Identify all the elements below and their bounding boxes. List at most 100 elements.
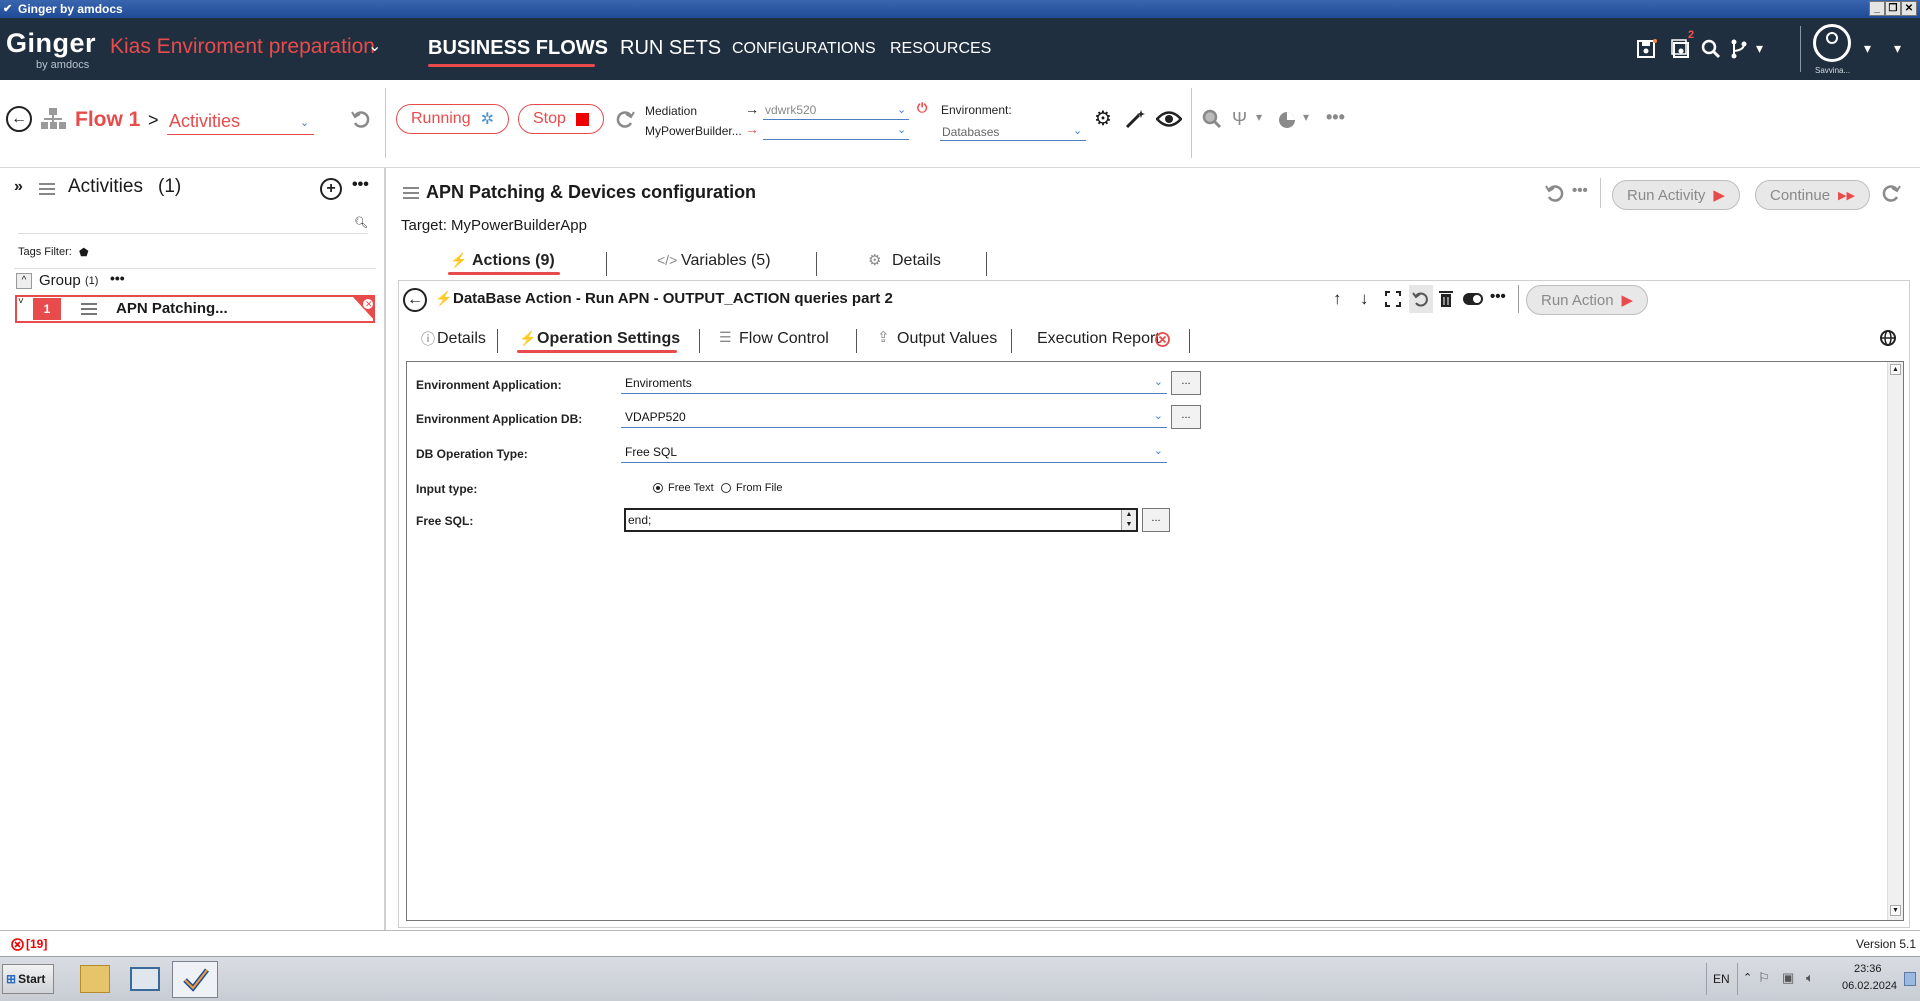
power-icon[interactable]: ⏻ — [917, 100, 927, 116]
action-tab-execution-report[interactable]: Execution Report — [1037, 330, 1160, 348]
free-sql-spinner[interactable]: ▲ ▼ — [1121, 510, 1136, 530]
refresh-icon[interactable] — [614, 108, 636, 130]
more-options-icon[interactable]: ••• — [1326, 107, 1345, 128]
pie-chart-icon[interactable] — [1277, 110, 1297, 130]
view-select[interactable]: Activities — [169, 111, 240, 132]
solution-chevron-down-icon[interactable]: ⌄ — [368, 36, 381, 56]
volume-icon[interactable]: 🔈︎ — [1806, 970, 1814, 986]
scroll-up-button[interactable]: ▲ — [1890, 364, 1901, 375]
run-activity-button[interactable]: Run Activity ▶ — [1612, 180, 1740, 210]
start-button[interactable]: ⊞ Start — [2, 964, 54, 994]
clock-time[interactable]: 23:36 — [1854, 963, 1882, 975]
scroll-down-button[interactable]: ▼ — [1890, 905, 1901, 916]
move-down-icon[interactable]: ↓ — [1360, 289, 1369, 309]
tab-variables[interactable]: Variables (5) — [681, 252, 771, 270]
add-activity-button[interactable]: + — [320, 178, 342, 200]
stop-button[interactable]: Stop — [518, 104, 604, 134]
activity-name: APN Patching... — [116, 300, 228, 317]
continue-button[interactable]: Continue ▶▶ — [1755, 180, 1870, 210]
mediation-agent-select[interactable]: vdwrk520 — [765, 103, 816, 117]
solution-name[interactable]: Kias Enviroment preparation — [110, 35, 375, 59]
language-indicator[interactable]: EN — [1713, 972, 1730, 986]
group-more-icon[interactable]: ••• — [110, 270, 125, 286]
status-error-icon[interactable] — [11, 938, 24, 951]
search-icon[interactable] — [1700, 38, 1722, 60]
stethoscope-chevron-down-icon[interactable]: ▾ — [1256, 110, 1262, 124]
gear-icon[interactable]: ⚙ — [1094, 106, 1112, 131]
action-tab-details[interactable]: Details — [437, 330, 486, 348]
radio-from-file[interactable] — [721, 483, 731, 493]
env-app-db-select[interactable]: VDAPP520 ⌄ — [621, 406, 1167, 428]
flag-icon[interactable]: ⚐ — [1758, 970, 1770, 986]
action-tab-flow-control[interactable]: Flow Control — [739, 330, 829, 348]
menu-configurations[interactable]: CONFIGURATIONS — [732, 40, 876, 58]
source-control-chevron-down-icon[interactable]: ▾ — [1756, 40, 1763, 57]
tab-details[interactable]: Details — [892, 252, 941, 270]
form-scrollbar[interactable]: ▲ ▼ — [1887, 362, 1903, 920]
undo-icon[interactable] — [350, 108, 372, 130]
env-app-db-browse-button[interactable]: ... — [1171, 405, 1201, 429]
stethoscope-icon[interactable]: Ψ — [1232, 109, 1247, 130]
magic-wand-icon[interactable] — [1124, 108, 1146, 130]
header-expand-chevron-icon[interactable]: ▾ — [1894, 40, 1901, 57]
expand-icon[interactable] — [1385, 291, 1401, 307]
tag-icon[interactable]: ⬟ — [79, 246, 89, 259]
action-tab-operation-settings[interactable]: Operation Settings — [537, 330, 680, 348]
minimize-button[interactable]: _ — [1869, 1, 1885, 16]
menu-run-sets[interactable]: RUN SETS — [620, 37, 721, 60]
activities-more-icon[interactable]: ••• — [352, 176, 369, 194]
action-back-button[interactable]: ← — [403, 288, 427, 312]
user-menu-chevron-down-icon[interactable]: ▾ — [1864, 40, 1871, 57]
back-button[interactable]: ← — [6, 106, 32, 132]
run-action-button[interactable]: Run Action ▶ — [1526, 285, 1649, 315]
running-status-button[interactable]: Running ✲ — [396, 104, 510, 134]
globe-icon[interactable] — [1879, 329, 1897, 347]
move-up-icon[interactable]: ↑ — [1333, 289, 1342, 309]
action-tab-output-values[interactable]: Output Values — [897, 330, 997, 348]
activity-refresh-icon[interactable] — [1882, 182, 1902, 204]
action-more-icon[interactable]: ••• — [1490, 288, 1506, 305]
view-chevron-down-icon[interactable]: ⌄ — [300, 116, 309, 129]
radio-free-text[interactable] — [653, 483, 663, 493]
db-operation-type-select[interactable]: Free SQL ⌄ — [621, 441, 1167, 463]
tray-expand-icon[interactable]: ⌃ — [1743, 971, 1752, 984]
status-error-count[interactable]: [19] — [26, 937, 47, 951]
drag-handle-icon[interactable] — [81, 302, 97, 316]
activity-item[interactable]: ˅ 1 APN Patching... ✕ — [15, 295, 375, 323]
action-undo-icon[interactable] — [1412, 290, 1430, 308]
search-icon[interactable]: 🔍︎ — [354, 216, 368, 229]
environment-chevron-down-icon[interactable]: ⌄ — [1073, 124, 1082, 137]
free-sql-textbox[interactable]: end; ▲ ▼ — [624, 508, 1138, 532]
save-all-icon[interactable] — [1670, 38, 1692, 60]
free-sql-browse-button[interactable]: ... — [1142, 508, 1170, 532]
file-explorer-icon[interactable] — [80, 965, 110, 993]
restore-button[interactable]: ❐ — [1885, 1, 1901, 16]
server-manager-icon[interactable] — [130, 967, 160, 991]
save-icon[interactable] — [1636, 38, 1658, 60]
activity-undo-icon[interactable] — [1544, 182, 1564, 204]
env-app-browse-button[interactable]: ... — [1171, 371, 1201, 395]
menu-resources[interactable]: RESOURCES — [890, 40, 991, 58]
group-collapse-toggle[interactable]: ^ — [16, 273, 32, 289]
activities-search-input[interactable] — [18, 212, 368, 234]
network-icon[interactable]: ▣ — [1782, 970, 1794, 986]
ginger-taskbar-button[interactable] — [172, 961, 218, 998]
collapse-all-icon[interactable]: » — [14, 178, 23, 196]
analyze-search-icon[interactable] — [1201, 108, 1223, 130]
show-desktop-icon[interactable] — [1904, 972, 1916, 986]
activity-expand-icon[interactable]: ˅ — [18, 296, 24, 307]
close-window-button[interactable]: ✕ — [1901, 1, 1917, 16]
pie-chart-chevron-down-icon[interactable]: ▾ — [1303, 110, 1309, 124]
toggle-icon[interactable] — [1462, 292, 1484, 306]
app-agent-chevron-down-icon[interactable]: ⌄ — [897, 123, 906, 136]
menu-business-flows[interactable]: BUSINESS FLOWS — [428, 37, 608, 60]
source-control-icon[interactable] — [1728, 38, 1750, 60]
delete-icon[interactable] — [1438, 290, 1454, 308]
mediation-chevron-down-icon[interactable]: ⌄ — [897, 103, 906, 116]
activity-more-icon[interactable]: ••• — [1572, 182, 1588, 199]
environment-select[interactable]: Databases — [942, 125, 999, 139]
env-app-select[interactable]: Enviroments ⌄ — [621, 372, 1167, 394]
clock-date[interactable]: 06.02.2024 — [1842, 980, 1897, 992]
tab-actions[interactable]: Actions (9) — [472, 252, 555, 270]
eye-icon[interactable] — [1156, 110, 1182, 128]
